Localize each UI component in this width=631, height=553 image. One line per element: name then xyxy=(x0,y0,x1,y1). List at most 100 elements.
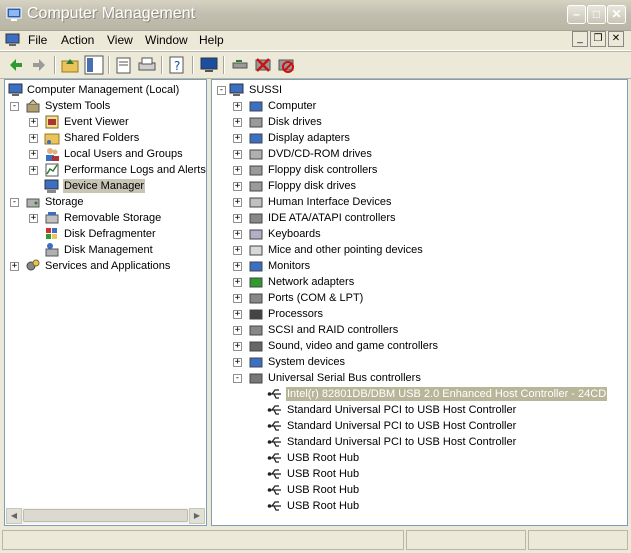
mdi-restore-button[interactable]: ❐ xyxy=(590,31,606,47)
device-category-icon xyxy=(249,309,263,320)
device-category-icon xyxy=(249,229,263,240)
expand-toggle[interactable]: + xyxy=(233,214,242,223)
help-icon[interactable]: ? xyxy=(167,55,187,75)
users-icon xyxy=(46,148,59,161)
toolbar-separator xyxy=(108,56,110,74)
expand-toggle[interactable]: + xyxy=(29,134,38,143)
device-category-label: Display adapters xyxy=(268,132,350,144)
device-category-label: Processors xyxy=(268,308,324,320)
toolbar-separator xyxy=(54,56,56,74)
expand-toggle[interactable]: + xyxy=(233,102,242,111)
expand-toggle[interactable]: + xyxy=(233,182,242,191)
usb-icon xyxy=(267,469,281,479)
menu-file[interactable]: File xyxy=(24,32,51,48)
defrag-icon xyxy=(46,228,57,239)
menu-action[interactable]: Action xyxy=(57,32,98,48)
mdi-minimize-button[interactable]: _ xyxy=(572,31,588,47)
expand-toggle[interactable]: + xyxy=(10,262,19,271)
device-category-icon xyxy=(249,277,263,288)
close-button[interactable]: ✕ xyxy=(607,5,626,24)
event-viewer-icon xyxy=(45,115,59,129)
shared-folders-icon xyxy=(44,133,60,145)
device-category-icon xyxy=(249,149,263,160)
expand-toggle[interactable]: + xyxy=(233,246,242,255)
usb-device-label: USB Root Hub xyxy=(287,452,360,464)
device-category-label: DVD/CD-ROM drives xyxy=(268,148,372,160)
expand-toggle[interactable]: + xyxy=(233,150,242,159)
menu-window[interactable]: Window xyxy=(141,32,192,48)
uninstall-icon[interactable] xyxy=(253,55,273,75)
menu-view[interactable]: View xyxy=(103,32,137,48)
mdi-close-button[interactable]: ✕ xyxy=(608,31,624,47)
usb-device-label: USB Root Hub xyxy=(287,500,360,512)
horizontal-scrollbar[interactable]: ◀ ▶ xyxy=(6,508,205,524)
expand-toggle[interactable]: + xyxy=(233,342,242,351)
device-category-label: Mice and other pointing devices xyxy=(268,244,423,256)
forward-arrow-icon[interactable] xyxy=(29,55,49,75)
expand-toggle[interactable]: + xyxy=(29,166,38,175)
scroll-right-button[interactable]: ▶ xyxy=(189,508,205,524)
expand-toggle[interactable]: + xyxy=(233,118,242,127)
show-hide-tree-icon[interactable] xyxy=(84,55,104,75)
scroll-thumb[interactable] xyxy=(23,509,188,522)
minimize-button[interactable]: – xyxy=(567,5,586,24)
device-manager-pane[interactable]: - SUSSI + Computer + Disk drives + Display ad… xyxy=(211,79,628,526)
computer-icon xyxy=(229,83,244,96)
expand-toggle[interactable]: + xyxy=(233,358,242,367)
device-category-label: Floppy disk controllers xyxy=(268,164,378,176)
expand-toggle[interactable]: + xyxy=(233,310,242,319)
scroll-left-button[interactable]: ◀ xyxy=(6,508,22,524)
device-category-label: Monitors xyxy=(268,260,311,272)
status-cell-2 xyxy=(406,530,526,550)
tree-item-label: Removable Storage xyxy=(64,212,162,224)
device-category-icon xyxy=(249,325,263,336)
device-category-label: Computer xyxy=(268,100,317,112)
storage-icon xyxy=(26,198,40,208)
device-category-label: Disk drives xyxy=(268,116,322,128)
minimize-icon: – xyxy=(573,7,580,21)
expand-toggle[interactable]: + xyxy=(29,118,38,127)
device-root-label: SUSSI xyxy=(249,84,283,96)
device-manager-icon xyxy=(44,179,59,193)
collapse-toggle[interactable]: - xyxy=(10,102,19,111)
disable-icon[interactable] xyxy=(276,55,296,75)
usb-icon xyxy=(267,421,281,431)
expand-toggle[interactable]: + xyxy=(233,230,242,239)
toolbar-separator xyxy=(223,56,225,74)
expand-toggle[interactable]: + xyxy=(29,150,38,159)
collapse-toggle[interactable]: - xyxy=(233,374,242,383)
properties-icon[interactable] xyxy=(114,55,134,75)
expand-toggle[interactable]: + xyxy=(233,326,242,335)
title-bar[interactable]: Computer Management – □ ✕ xyxy=(0,0,631,31)
device-category-icon xyxy=(249,101,263,112)
expand-toggle[interactable]: + xyxy=(233,262,242,271)
back-arrow-icon[interactable] xyxy=(6,55,26,75)
tools-icon xyxy=(26,99,40,113)
services-icon xyxy=(26,259,40,271)
print-icon[interactable] xyxy=(137,55,157,75)
scan-hardware-icon[interactable] xyxy=(230,55,250,75)
usb-device-label: Standard Universal PCI to USB Host Contr… xyxy=(287,404,517,416)
status-cell-main xyxy=(2,530,404,550)
device-category-label: Universal Serial Bus controllers xyxy=(268,372,421,384)
device-category-label: System devices xyxy=(268,356,346,368)
console-tree-pane[interactable]: Computer Management (Local) - System Too… xyxy=(4,79,207,526)
collapse-toggle[interactable]: - xyxy=(217,86,226,95)
menu-help[interactable]: Help xyxy=(195,32,228,48)
console-icon[interactable] xyxy=(199,55,219,75)
expand-toggle[interactable]: + xyxy=(233,166,242,175)
toolbar-separator xyxy=(161,56,163,74)
expand-toggle[interactable]: + xyxy=(233,198,242,207)
expand-toggle[interactable]: + xyxy=(233,294,242,303)
collapse-toggle[interactable]: - xyxy=(10,198,19,207)
expand-toggle[interactable]: + xyxy=(233,134,242,143)
expand-toggle[interactable]: + xyxy=(29,214,38,223)
device-category-label: Network adapters xyxy=(268,276,355,288)
usb-device-label: Standard Universal PCI to USB Host Contr… xyxy=(287,420,517,432)
up-folder-icon[interactable] xyxy=(60,55,80,75)
maximize-button[interactable]: □ xyxy=(587,5,606,24)
expand-toggle[interactable]: + xyxy=(233,278,242,287)
usb-device-label: USB Root Hub xyxy=(287,484,360,496)
tree-item-label: Services and Applications xyxy=(45,260,171,272)
console-menu-icon[interactable] xyxy=(5,32,21,48)
